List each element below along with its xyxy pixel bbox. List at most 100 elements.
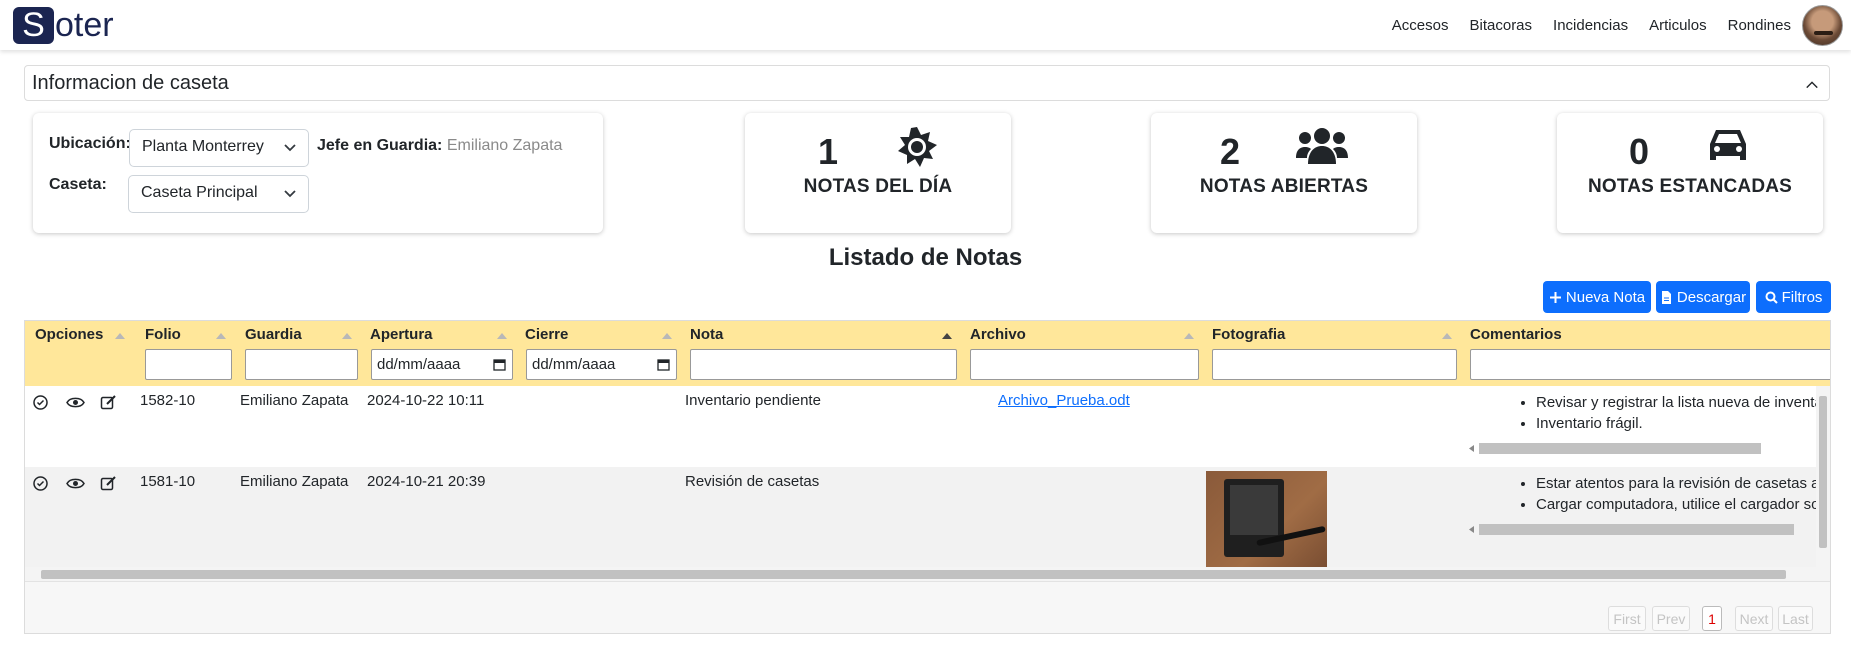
table-vertical-scrollbar[interactable] [1816, 386, 1830, 567]
column-label: Fotografia [1212, 326, 1286, 343]
scroll-left-icon[interactable] [1469, 526, 1475, 533]
apertura-cell: 2024-10-22 10:11 [367, 392, 485, 409]
sort-icon[interactable] [216, 333, 226, 339]
caseta-select[interactable]: Caseta Principal [128, 175, 309, 213]
edit-icon[interactable] [100, 394, 117, 411]
stat-value: 0 [1629, 131, 1650, 172]
nav-link-accesos[interactable]: Accesos [1392, 17, 1449, 34]
file-icon [1661, 290, 1671, 304]
edit-icon[interactable] [100, 475, 117, 492]
calendar-icon[interactable] [493, 358, 506, 371]
stat-label: NOTAS ESTANCADAS [1587, 176, 1793, 197]
column-header-comentarios[interactable]: Comentarios [1460, 321, 1830, 386]
nav-link-bitacoras[interactable]: Bitacoras [1470, 17, 1533, 34]
column-header-archivo[interactable]: Archivo [960, 321, 1202, 386]
next-page-button[interactable]: Next [1735, 606, 1773, 631]
scroll-left-icon[interactable] [1469, 445, 1475, 452]
column-label: Nota [690, 326, 724, 343]
column-header-guardia[interactable]: Guardia [235, 321, 360, 386]
pagination-bar: First Prev 1 Next Last [25, 581, 1830, 633]
comentarios-scrollbar[interactable] [1469, 524, 1819, 535]
fotografia-filter-input[interactable] [1212, 349, 1457, 380]
comentario-item: Cargar computadora, utilice el cargador … [1536, 494, 1827, 515]
ubicacion-select[interactable]: Planta Monterrey [129, 129, 309, 167]
user-avatar[interactable] [1802, 5, 1843, 46]
table-row: 1582-10 Emiliano Zapata 2024-10-22 10:11… [25, 386, 1830, 467]
fotografia-thumbnail[interactable] [1206, 471, 1327, 567]
check-circle-icon[interactable] [32, 475, 49, 492]
column-label: Comentarios [1470, 326, 1562, 343]
table-horizontal-scrollbar[interactable] [25, 567, 1830, 581]
descargar-label: Descargar [1676, 288, 1747, 306]
sort-icon[interactable] [942, 333, 952, 339]
sort-icon[interactable] [342, 333, 352, 339]
apertura-cell: 2024-10-21 20:39 [367, 473, 486, 490]
logo-text: oter [55, 6, 114, 44]
date-placeholder: dd/mm/aaaa [532, 356, 616, 373]
archivo-link[interactable]: Archivo_Prueba.odt [998, 392, 1130, 409]
stat-value: 2 [1220, 131, 1241, 172]
column-header-folio[interactable]: Folio [135, 321, 235, 386]
eye-icon[interactable] [66, 475, 85, 492]
sort-icon[interactable] [115, 333, 125, 339]
nueva-nota-label: Nueva Nota [1565, 288, 1646, 306]
caseta-label: Caseta: [49, 176, 107, 193]
check-circle-icon[interactable] [32, 394, 49, 411]
column-header-fotografia[interactable]: Fotografia [1202, 321, 1460, 386]
sort-icon[interactable] [497, 333, 507, 339]
comentario-item: Inventario frágil. [1536, 413, 1827, 434]
nav-link-incidencias[interactable]: Incidencias [1553, 17, 1628, 34]
archivo-filter-input[interactable] [970, 349, 1199, 380]
location-panel: Ubicación: Planta Monterrey Jefe en Guar… [33, 113, 603, 233]
sort-icon[interactable] [662, 333, 672, 339]
nav-link-articulos[interactable]: Articulos [1649, 17, 1707, 34]
scroll-thumb[interactable] [1479, 524, 1794, 535]
sort-icon[interactable] [1184, 333, 1194, 339]
date-placeholder: dd/mm/aaaa [377, 356, 461, 373]
jefe-en-guardia: Jefe en Guardia: Emiliano Zapata [317, 137, 562, 155]
stat-value: 1 [818, 131, 839, 172]
stat-notas-del-dia: 1 NOTAS DEL DÍA [745, 113, 1011, 233]
folio-filter-input[interactable] [145, 349, 232, 380]
nueva-nota-button[interactable]: Nueva Nota [1543, 281, 1651, 313]
descargar-button[interactable]: Descargar [1656, 281, 1750, 313]
column-header-nota[interactable]: Nota [680, 321, 960, 386]
chevron-up-icon[interactable] [1805, 78, 1819, 92]
column-header-opciones[interactable]: Opciones [25, 321, 135, 386]
nota-cell: Inventario pendiente [685, 392, 821, 409]
column-label: Guardia [245, 326, 302, 343]
nav-link-rondines[interactable]: Rondines [1728, 17, 1791, 34]
eye-icon[interactable] [66, 394, 85, 411]
sort-icon[interactable] [1442, 333, 1452, 339]
users-icon [1296, 128, 1348, 164]
cierre-date-input[interactable]: dd/mm/aaaa [526, 349, 677, 380]
calendar-icon[interactable] [657, 358, 670, 371]
apertura-date-input[interactable]: dd/mm/aaaa [371, 349, 513, 380]
ubicacion-label: Ubicación: [49, 135, 131, 152]
photo-label [1230, 485, 1278, 535]
comentarios-scrollbar[interactable] [1469, 443, 1819, 454]
guardia-filter-input[interactable] [245, 349, 358, 380]
column-label: Cierre [525, 326, 569, 343]
column-label: Opciones [35, 326, 104, 343]
scroll-thumb[interactable] [41, 570, 1786, 579]
comentarios-list: Revisar y registrar la lista nueva de in… [1509, 392, 1827, 434]
caseta-value: Caseta Principal [141, 184, 258, 201]
last-page-button[interactable]: Last [1778, 606, 1813, 631]
current-page-button[interactable]: 1 [1702, 606, 1722, 631]
column-label: Apertura [370, 326, 433, 343]
soter-logo[interactable]: S oter [13, 6, 114, 44]
stat-label: NOTAS ABIERTAS [1199, 176, 1369, 197]
nota-filter-input[interactable] [690, 349, 957, 380]
table-header: Opciones Folio Guardia Apertura dd/mm/aa… [25, 321, 1830, 386]
scroll-thumb[interactable] [1479, 443, 1761, 454]
comentarios-filter-input[interactable] [1470, 349, 1830, 380]
stat-notas-estancadas: 0 NOTAS ESTANCADAS [1557, 113, 1823, 233]
prev-page-button[interactable]: Prev [1652, 606, 1690, 631]
scroll-thumb[interactable] [1819, 396, 1827, 548]
first-page-button[interactable]: First [1608, 606, 1646, 631]
filtros-button[interactable]: Filtros [1756, 281, 1831, 313]
plus-icon [1549, 291, 1561, 303]
list-title: Listado de Notas [828, 244, 1023, 271]
sun-icon [898, 127, 937, 167]
